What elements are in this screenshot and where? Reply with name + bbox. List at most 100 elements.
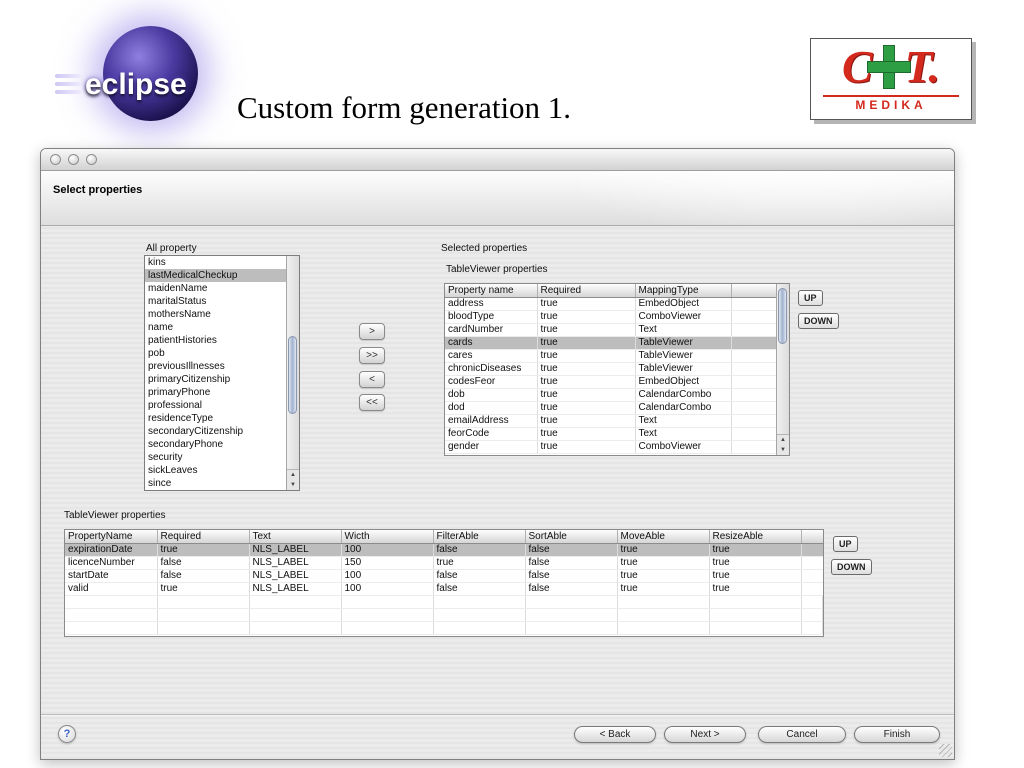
table-cell: codesFeor [445,375,538,389]
column-header[interactable]: FilterAble [433,530,526,544]
close-icon[interactable] [50,154,61,165]
table-cell: dod [445,401,538,415]
zoom-icon[interactable] [86,154,97,165]
list-item[interactable]: maritalStatus [145,295,286,308]
list-item[interactable]: professional [145,399,286,412]
list-item[interactable]: mothersName [145,308,286,321]
column-header[interactable]: Required [157,530,250,544]
detail-up-button[interactable]: UP [833,536,858,552]
detail-table-area: PropertyName Required Text Wicth FilterAble S… [65,530,823,636]
selected-properties-table-area: Property name Required MappingType address t… [445,284,776,455]
list-item[interactable]: secondaryPhone [145,438,286,451]
detail-down-button[interactable]: DOWN [831,559,872,575]
table-row[interactable]: cardNumber true Text [445,323,776,337]
add-all-button[interactable]: >> [359,347,385,364]
table-row[interactable]: expirationDate true NLS_LABEL 100 false false… [65,543,823,557]
table-cell: false [433,543,526,557]
finish-button[interactable]: Finish [854,726,940,743]
table-cell: true [709,569,802,583]
cell-filler [731,310,776,324]
table-row[interactable]: bloodType true ComboViewer [445,310,776,324]
resize-grip-icon[interactable] [939,744,952,757]
medika-logo: C T. MEDIKA [810,38,972,120]
table-cell: bloodType [445,310,538,324]
add-button[interactable]: > [359,323,385,340]
table-cell: Text [635,427,732,441]
list-scrollbar[interactable]: ▲ ▼ [286,256,299,490]
cell-filler [731,427,776,441]
column-header[interactable]: Property name [445,284,538,298]
column-header[interactable]: MappingType [635,284,732,298]
table-row[interactable]: address true EmbedObject [445,297,776,311]
remove-all-button[interactable]: << [359,394,385,411]
table-cell: EmbedObject [635,297,732,311]
minimize-icon[interactable] [68,154,79,165]
table-cell: ComboViewer [635,310,732,324]
selected-down-button[interactable]: DOWN [798,313,839,329]
table-row[interactable]: codesFeor true EmbedObject [445,375,776,389]
list-item[interactable]: primaryPhone [145,386,286,399]
table-row[interactable]: cares true TableViewer [445,349,776,363]
list-item[interactable]: name [145,321,286,334]
list-item[interactable]: pob [145,347,286,360]
table-cell: true [537,362,636,376]
table-cell: NLS_LABEL [249,569,342,583]
table-header-row: Property name Required MappingType [445,284,776,298]
table-row[interactable]: dod true CalendarCombo [445,401,776,415]
table-cell: 100 [341,582,434,596]
column-header[interactable]: PropertyName [65,530,158,544]
list-item[interactable]: maidenName [145,282,286,295]
table-row[interactable]: licenceNumber false NLS_LABEL 150 true false t… [65,556,823,570]
table-cell: 100 [341,543,434,557]
next-button[interactable]: Next > [664,726,746,743]
table-cell: true [617,556,710,570]
all-property-list[interactable]: kins lastMedicalCheckup maidenName maritalS… [144,255,300,491]
table-cell: true [617,582,710,596]
table-cell: true [537,310,636,324]
remove-button[interactable]: < [359,371,385,388]
column-header[interactable]: MoveAble [617,530,710,544]
window-titlebar[interactable] [41,149,954,171]
scrollbar-thumb[interactable] [778,288,787,344]
list-item[interactable]: primaryCitizenship [145,373,286,386]
scrollbar-thumb[interactable] [288,336,297,414]
selected-properties-table[interactable]: Property name Required MappingType address t… [444,283,790,456]
table-scrollbar[interactable]: ▲ ▼ [776,284,789,455]
table-cell: NLS_LABEL [249,582,342,596]
table-row[interactable]: gender true ComboViewer [445,440,776,454]
list-item[interactable]: previousIllnesses [145,360,286,373]
column-header[interactable]: Wicth [341,530,434,544]
table-row[interactable]: valid true NLS_LABEL 100 false false true true [65,582,823,596]
table-header-row: PropertyName Required Text Wicth FilterAble S… [65,530,823,544]
scrollbar-arrows: ▲ ▼ [287,469,299,490]
list-item[interactable]: sickLeaves [145,464,286,477]
list-item[interactable]: security [145,451,286,464]
column-header[interactable]: Text [249,530,342,544]
list-item[interactable]: patientHistories [145,334,286,347]
table-empty-row [65,621,823,635]
back-button[interactable]: < Back [574,726,656,743]
column-header[interactable]: SortAble [525,530,618,544]
list-item[interactable]: kins [145,256,286,269]
column-header[interactable]: ResizeAble [709,530,802,544]
table-row[interactable]: feorCode true Text [445,427,776,441]
scroll-up-icon[interactable]: ▲ [777,435,789,445]
column-header[interactable]: Required [537,284,636,298]
selected-up-button[interactable]: UP [798,290,823,306]
list-item[interactable]: lastMedicalCheckup [145,269,286,282]
scroll-down-icon[interactable]: ▼ [777,445,789,455]
list-item[interactable]: residenceType [145,412,286,425]
help-button[interactable]: ? [58,725,76,743]
detail-table[interactable]: PropertyName Required Text Wicth FilterAble S… [64,529,824,637]
table-row[interactable]: chronicDiseases true TableViewer [445,362,776,376]
table-cell: false [433,569,526,583]
table-row[interactable]: emailAddress true Text [445,414,776,428]
list-item[interactable]: since [145,477,286,490]
table-row[interactable]: dob true CalendarCombo [445,388,776,402]
list-item[interactable]: secondaryCitizenship [145,425,286,438]
scroll-down-icon[interactable]: ▼ [287,480,299,490]
cancel-button[interactable]: Cancel [758,726,846,743]
table-row[interactable]: cards true TableViewer [445,336,776,350]
table-row[interactable]: startDate false NLS_LABEL 100 false false true… [65,569,823,583]
scroll-up-icon[interactable]: ▲ [287,470,299,480]
